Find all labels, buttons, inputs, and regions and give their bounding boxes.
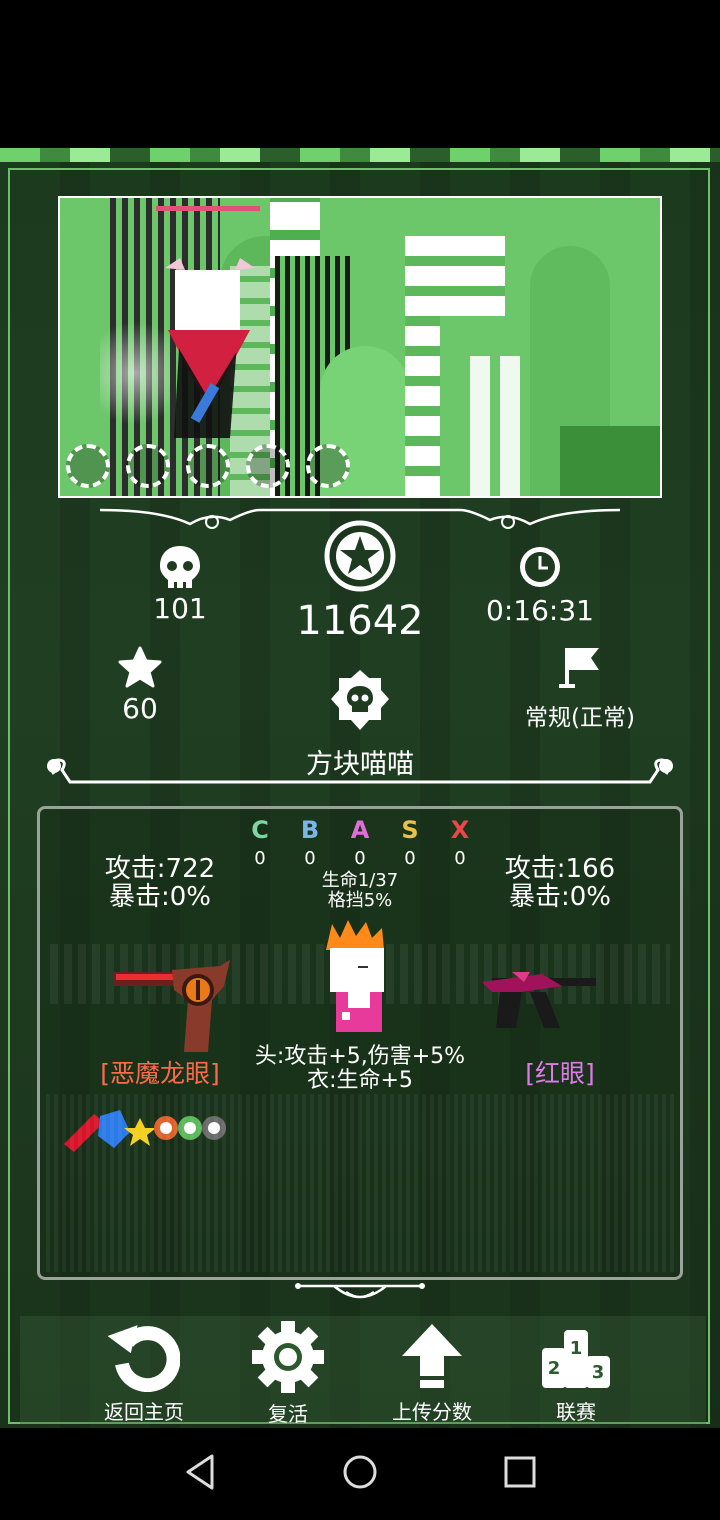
game-over-screen: 101 11642 0:16:31 60 常规(正常) 方块喵喵 C B A S… — [0, 148, 720, 1428]
skill-slot-empty — [306, 444, 350, 488]
stars-stat: 60 — [100, 646, 180, 725]
left-weapon-attack: 攻击:722 — [104, 854, 216, 884]
left-weapon-name[interactable]: [恶魔龙眼] — [70, 1054, 250, 1090]
inventory-area — [46, 1094, 674, 1272]
right-weapon-name[interactable]: [红眼] — [490, 1054, 630, 1090]
home-button-label: 返回主页 — [104, 1400, 184, 1424]
character-badge — [300, 668, 420, 734]
league-button[interactable]: 1 2 3 联赛 — [516, 1320, 636, 1425]
rank-x-count: 0 — [454, 848, 466, 869]
league-button-label: 联赛 — [556, 1400, 596, 1424]
rank-a-count: 0 — [354, 848, 366, 869]
rank-b-label: B — [300, 816, 320, 844]
right-weapon-attack: 攻击:166 — [504, 854, 616, 884]
mode-stat: 常规(正常) — [515, 644, 645, 732]
character-block: 格挡5% — [327, 890, 393, 911]
skill-slot-empty — [126, 444, 170, 488]
recents-nav-icon[interactable] — [500, 1452, 540, 1492]
home-button[interactable]: 返回主页 — [84, 1320, 204, 1425]
skill-slot-empty — [246, 444, 290, 488]
skull-icon — [160, 546, 200, 588]
mode-value: 常规(正常) — [525, 705, 635, 731]
podium-icon: 1 2 3 — [542, 1330, 610, 1388]
rank-c-label: C — [251, 816, 269, 844]
enemy-health-bar — [156, 206, 260, 211]
flag-icon — [559, 648, 599, 688]
star-icon — [118, 646, 162, 688]
left-weapon-crit: 暴击:0% — [108, 882, 211, 912]
svg-text:3: 3 — [592, 1362, 605, 1383]
score-value: 11642 — [296, 598, 424, 644]
head-bonus: 头:攻击+5,伤害+5% — [254, 1044, 466, 1069]
rank-b-count: 0 — [304, 848, 316, 869]
rank-x-label: X — [450, 816, 470, 844]
character-portrait — [326, 920, 384, 1032]
return-icon — [108, 1325, 180, 1392]
name-banner-ornament — [47, 758, 673, 784]
right-weapon-crit: 暴击:0% — [508, 882, 611, 912]
upload-score-button[interactable]: 上传分数 — [372, 1320, 492, 1425]
system-navigation-bar — [0, 1428, 720, 1520]
kills-value: 101 — [153, 592, 207, 625]
svg-text:1: 1 — [570, 1338, 583, 1359]
demon-dragon-eye-pistol — [114, 960, 230, 1052]
status-bar-area — [0, 0, 720, 148]
star-medal-icon — [324, 520, 396, 592]
top-glitch-strip — [0, 148, 720, 162]
kills-stat: 101 — [130, 544, 230, 625]
time-value: 0:16:31 — [486, 594, 594, 627]
skill-slot-empty — [66, 444, 110, 488]
smoke-effect — [100, 308, 170, 438]
rank-c-count: 0 — [254, 848, 266, 869]
upload-score-label: 上传分数 — [392, 1400, 472, 1424]
revive-button-label: 复活 — [268, 1402, 308, 1426]
skill-slot-empty — [186, 444, 230, 488]
clothes-bonus: 衣:生命+5 — [307, 1068, 413, 1093]
gear-icon — [252, 1321, 324, 1393]
score-stat: 11642 — [280, 520, 440, 644]
death-scene-preview — [58, 196, 662, 498]
character-life: 生命1/37 — [321, 870, 399, 891]
time-stat: 0:16:31 — [480, 544, 600, 627]
rank-s-count: 0 — [404, 848, 416, 869]
rank-s-label: S — [401, 816, 419, 844]
stars-value: 60 — [122, 692, 158, 725]
player-character-sprite — [165, 258, 255, 438]
upload-arrow-icon — [402, 1324, 462, 1388]
red-eye-smg — [482, 972, 596, 1028]
bottom-divider-ornament — [295, 1283, 425, 1299]
revive-button[interactable]: 复活 — [228, 1320, 348, 1427]
rank-a-label: A — [350, 816, 370, 844]
back-nav-icon[interactable] — [180, 1452, 220, 1492]
skull-badge-icon — [331, 670, 389, 730]
home-nav-icon[interactable] — [340, 1452, 380, 1492]
clock-icon — [520, 547, 560, 587]
svg-text:2: 2 — [548, 1358, 561, 1379]
